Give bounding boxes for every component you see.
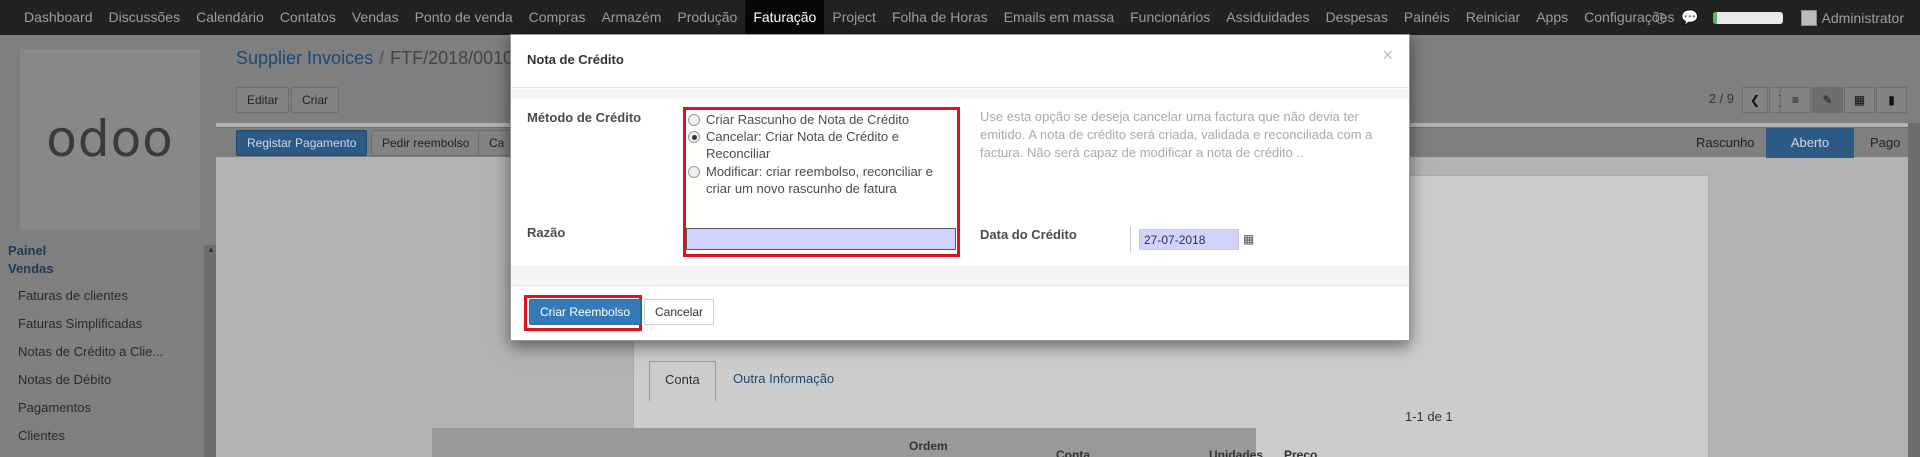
- sidebar-scrollbar[interactable]: [204, 245, 216, 457]
- nav-menu-item[interactable]: Despesas: [1318, 0, 1396, 35]
- discussion-icon[interactable]: 💬: [1681, 9, 1698, 26]
- column-header-price[interactable]: Preço: [1284, 448, 1317, 457]
- radio-option-modify[interactable]: Modificar: criar reembolso, reconciliar …: [688, 163, 933, 197]
- calendar-view-icon[interactable]: ▦: [1844, 87, 1875, 113]
- main-menu: Dashboard Discussões Calendário Contatos Ven…: [0, 0, 1682, 35]
- reason-input[interactable]: [686, 228, 956, 250]
- sidebar-item-customers[interactable]: Clientes: [18, 428, 65, 443]
- activity-clock-icon[interactable]: ◷: [1655, 9, 1667, 26]
- breadcrumb-link[interactable]: Supplier Invoices: [236, 48, 373, 68]
- sidebar-item-simplified-invoices[interactable]: Faturas Simplificadas: [18, 316, 142, 331]
- radio-option-label: Cancelar: Criar Nota de Crédito e Reconci…: [706, 129, 899, 161]
- navbar-right: ◷ 💬 Administrator: [1655, 0, 1920, 35]
- ask-refund-button[interactable]: Pedir reembolso: [371, 130, 481, 156]
- nav-menu-item[interactable]: Project: [824, 0, 884, 35]
- progress-bar-fill: [1712, 11, 1717, 24]
- nav-menu-item[interactable]: Vendas: [344, 0, 407, 35]
- credit-date-label: Data do Crédito: [980, 227, 1077, 242]
- calendar-icon[interactable]: ▦: [1243, 232, 1254, 246]
- nav-menu-item[interactable]: Folha de Horas: [884, 0, 996, 35]
- cancel-button[interactable]: Cancelar: [644, 299, 715, 325]
- create-refund-button[interactable]: Criar Reembolso: [529, 299, 642, 325]
- breadcrumb-current: FTF/2018/0010: [390, 48, 514, 68]
- record-count: 1-1 de 1: [1405, 409, 1453, 424]
- radio-button[interactable]: [688, 131, 700, 143]
- edit-button[interactable]: Editar: [236, 87, 290, 113]
- column-header-account[interactable]: Conta: [1056, 448, 1090, 457]
- logo-text: odoo: [46, 110, 174, 168]
- credit-date-input[interactable]: [1139, 229, 1239, 250]
- radio-option-label: Criar Rascunho de Nota de Crédito: [706, 112, 910, 127]
- radio-button[interactable]: [688, 114, 700, 126]
- create-button[interactable]: Criar: [291, 87, 339, 113]
- form-view-icon[interactable]: ✎: [1812, 87, 1843, 113]
- nav-menu-item[interactable]: Compras: [521, 0, 594, 35]
- left-sidebar: odoo Painel Vendas Faturas de clientes F…: [0, 35, 216, 457]
- reason-label: Razão: [527, 225, 566, 240]
- graph-view-icon[interactable]: ▮: [1876, 87, 1907, 113]
- nav-menu-item[interactable]: Ponto de venda: [407, 0, 521, 35]
- scroll-up-arrow-icon[interactable]: ▲: [207, 245, 215, 254]
- column-header-units[interactable]: Unidades: [1209, 448, 1263, 457]
- nav-menu-item[interactable]: Painéis: [1396, 0, 1458, 35]
- breadcrumb: Supplier Invoices / FTF/2018/0010: [236, 48, 513, 69]
- nav-menu-item[interactable]: Faturação: [745, 0, 825, 35]
- nav-menu-item[interactable]: Discussões: [101, 0, 189, 35]
- dialog-header: Nota de Crédito ×: [511, 35, 1409, 88]
- sidebar-item-debit-notes[interactable]: Notas de Débito: [18, 372, 111, 387]
- breadcrumb-separator: /: [379, 48, 385, 68]
- nav-menu-item[interactable]: Armazém: [593, 0, 669, 35]
- credit-method-help: Use esta opção se deseja cancelar uma fa…: [980, 109, 1373, 160]
- sidebar-section-vendas: Vendas: [8, 261, 54, 276]
- nav-menu-item[interactable]: Apps: [1528, 0, 1576, 35]
- stage-open[interactable]: Aberto: [1766, 128, 1854, 158]
- close-icon[interactable]: ×: [1382, 45, 1393, 66]
- company-logo: odoo: [20, 49, 200, 229]
- top-navbar: Dashboard Discussões Calendário Contatos Ven…: [0, 0, 1920, 35]
- column-header-order[interactable]: Ordem: [909, 439, 948, 453]
- stage-draft[interactable]: Rascunho: [1682, 128, 1769, 158]
- sidebar-item-payments[interactable]: Pagamentos: [18, 400, 91, 415]
- register-payment-button[interactable]: Registar Pagamento: [236, 130, 368, 156]
- list-view-icon[interactable]: ≡: [1780, 87, 1811, 113]
- nav-menu-item[interactable]: Produção: [669, 0, 745, 35]
- sidebar-item-customer-invoices[interactable]: Faturas de clientes: [18, 288, 128, 303]
- nav-menu-item[interactable]: Contatos: [272, 0, 344, 35]
- progress-bar: [1712, 11, 1783, 24]
- nav-menu-item[interactable]: Emails em massa: [996, 0, 1122, 35]
- user-avatar[interactable]: [1800, 9, 1817, 26]
- radio-option-label: Modificar: criar reembolso, reconciliar …: [706, 164, 933, 196]
- nav-menu-item[interactable]: Calendário: [188, 0, 272, 35]
- pager-previous-icon[interactable]: ❮: [1742, 87, 1768, 113]
- field-divider: [1130, 226, 1131, 252]
- nav-menu-item[interactable]: Funcionários: [1122, 0, 1218, 35]
- radio-button[interactable]: [688, 166, 700, 178]
- content-scrollbar[interactable]: [1908, 123, 1920, 457]
- nav-menu-item[interactable]: Assiduidades: [1218, 0, 1317, 35]
- lines-table-header: [432, 428, 1256, 457]
- nav-menu-item[interactable]: Dashboard: [0, 0, 101, 35]
- sidebar-item-credit-notes[interactable]: Notas de Crédito a Clie...: [18, 344, 163, 359]
- dialog-title: Nota de Crédito: [527, 52, 624, 67]
- tab-account[interactable]: Conta: [649, 361, 716, 401]
- tab-other-info[interactable]: Outra Informação: [718, 361, 849, 396]
- pager-value: 2 / 9: [1708, 91, 1734, 106]
- sidebar-section-painel[interactable]: Painel: [8, 243, 46, 258]
- radio-option-draft[interactable]: Criar Rascunho de Nota de Crédito: [688, 111, 909, 128]
- radio-option-cancel[interactable]: Cancelar: Criar Nota de Crédito e Reconci…: [688, 128, 899, 162]
- credit-method-label: Método de Crédito: [527, 110, 642, 125]
- stage-paid[interactable]: Pago: [1856, 128, 1914, 158]
- nav-menu-item[interactable]: Reiniciar: [1458, 0, 1528, 35]
- user-menu[interactable]: Administrator: [1822, 10, 1904, 26]
- credit-note-dialog: Nota de Crédito ×: [510, 34, 1410, 341]
